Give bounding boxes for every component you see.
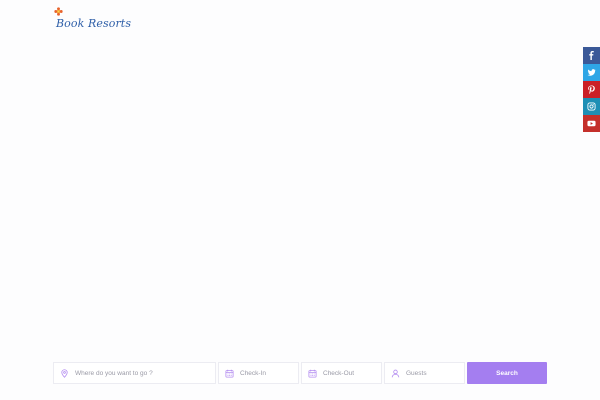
brand-logo[interactable]: Book Resorts <box>53 5 131 31</box>
flower-icon <box>54 7 63 16</box>
guests-field[interactable]: Guests <box>384 362 465 384</box>
instagram-icon <box>587 102 596 111</box>
user-icon <box>391 369 400 377</box>
pinterest-button[interactable] <box>583 81 600 98</box>
checkin-placeholder: Check-In <box>240 369 267 377</box>
search-bar: Where do you want to go ? Check-In Check… <box>53 362 547 384</box>
guests-placeholder: Guests <box>406 369 427 377</box>
youtube-button[interactable] <box>583 115 600 132</box>
twitter-icon <box>587 69 596 76</box>
calendar-icon <box>225 369 234 378</box>
destination-placeholder: Where do you want to go ? <box>75 369 153 377</box>
search-button[interactable]: Search <box>467 362 547 384</box>
instagram-button[interactable] <box>583 98 600 115</box>
calendar-icon <box>308 369 317 378</box>
pinterest-icon <box>588 85 595 94</box>
destination-field[interactable]: Where do you want to go ? <box>53 362 216 384</box>
facebook-button[interactable] <box>583 47 600 64</box>
facebook-icon <box>589 51 594 60</box>
map-pin-icon <box>61 368 68 378</box>
checkout-field[interactable]: Check-Out <box>301 362 382 384</box>
checkin-field[interactable]: Check-In <box>218 362 299 384</box>
social-sidebar <box>583 47 600 132</box>
brand-wordmark: Book Resorts <box>56 17 132 30</box>
youtube-icon <box>587 120 596 127</box>
twitter-button[interactable] <box>583 64 600 81</box>
checkout-placeholder: Check-Out <box>323 369 355 377</box>
